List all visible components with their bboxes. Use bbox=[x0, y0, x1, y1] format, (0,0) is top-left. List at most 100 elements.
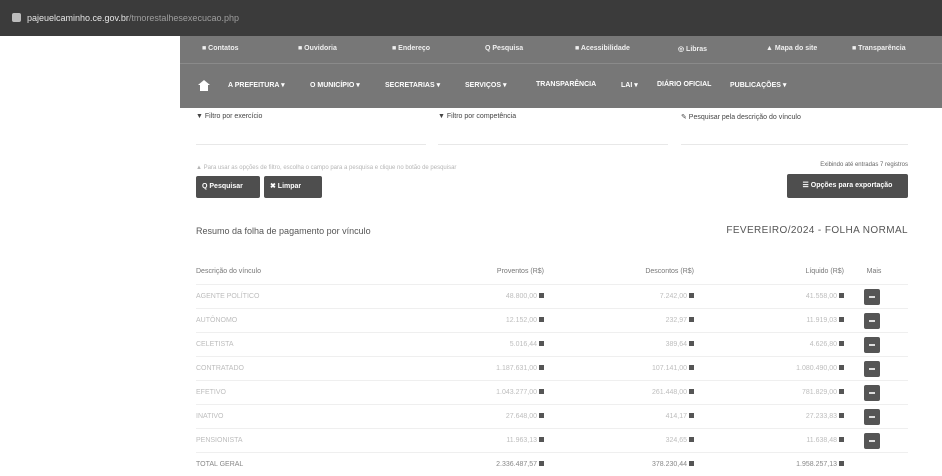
detail-icon[interactable] bbox=[689, 317, 694, 322]
detail-icon[interactable] bbox=[539, 437, 544, 442]
cell-descontos: 324,65 bbox=[665, 437, 687, 444]
home-icon[interactable] bbox=[198, 80, 210, 91]
detail-icon[interactable] bbox=[539, 317, 544, 322]
clear-button[interactable]: ✖ Limpar bbox=[264, 176, 322, 198]
detail-icon[interactable] bbox=[839, 413, 844, 418]
detail-icon[interactable] bbox=[839, 389, 844, 394]
cell-proventos: 1.187.631,00 bbox=[496, 365, 537, 372]
detail-icon[interactable] bbox=[839, 461, 844, 466]
nav-prefeitura[interactable]: A PREFEITURA ▾ bbox=[228, 81, 285, 89]
more-button[interactable] bbox=[864, 337, 880, 353]
nav-servicos[interactable]: SERVIÇOS ▾ bbox=[465, 81, 507, 89]
cell-proventos: 27.648,00 bbox=[505, 413, 537, 420]
topnav-acessibilidade[interactable]: ■ Acessibilidade bbox=[575, 45, 630, 52]
detail-icon[interactable] bbox=[689, 341, 694, 346]
cell-vinculo: AGENTE POLÍTICO bbox=[196, 293, 260, 300]
detail-icon[interactable] bbox=[539, 413, 544, 418]
url-field[interactable]: pajeuelcaminho.ce.gov.br/tmorestalhesexe… bbox=[12, 13, 239, 23]
th-descontos[interactable]: Descontos (R$) bbox=[634, 268, 694, 275]
topnav-contatos[interactable]: ■ Contatos bbox=[202, 45, 239, 52]
table-row: AUTÔNOMO 12.152,00 232,97 11.919,03 bbox=[196, 308, 908, 332]
more-button[interactable] bbox=[864, 289, 880, 305]
detail-icon[interactable] bbox=[689, 413, 694, 418]
nav-secretarias[interactable]: SECRETARIAS ▾ bbox=[385, 81, 440, 89]
nav-transparencia[interactable]: TRANSPARÊNCIA bbox=[536, 81, 596, 88]
cell-proventos: 5.016,44 bbox=[509, 341, 537, 348]
search-description-label: ✎ Pesquisar pela descrição do vínculo bbox=[681, 114, 801, 121]
export-options-button[interactable]: ☰ Opções para exportação bbox=[787, 174, 908, 198]
table-row: AGENTE POLÍTICO 48.800,00 7.242,00 41.55… bbox=[196, 284, 908, 308]
cell-liquido: 27.233,83 bbox=[805, 413, 837, 420]
exercise-select[interactable] bbox=[196, 125, 426, 145]
detail-icon[interactable] bbox=[839, 341, 844, 346]
topnav-pesquisa[interactable]: Q Pesquisa bbox=[485, 45, 523, 52]
cell-vinculo: CONTRATADO bbox=[196, 365, 244, 372]
topnav-ouvidoria[interactable]: ■ Ouvidoria bbox=[298, 45, 337, 52]
more-button[interactable] bbox=[864, 433, 880, 449]
cell-vinculo: PENSIONISTA bbox=[196, 437, 243, 444]
topnav-endereco[interactable]: ■ Endereço bbox=[392, 45, 430, 52]
detail-icon[interactable] bbox=[689, 293, 694, 298]
description-search-input[interactable] bbox=[681, 125, 908, 145]
search-button[interactable]: Q Pesquisar bbox=[196, 176, 260, 198]
period-label: FEVEREIRO/2024 - FOLHA NORMAL bbox=[726, 225, 908, 236]
detail-icon[interactable] bbox=[689, 365, 694, 370]
detail-icon[interactable] bbox=[539, 389, 544, 394]
cell-total-label: TOTAL GERAL bbox=[196, 461, 244, 468]
top-utility-nav: ■ Contatos ■ Ouvidoria ■ Endereço Q Pesq… bbox=[180, 36, 942, 64]
topnav-transparencia[interactable]: ■ Transparência bbox=[852, 45, 906, 52]
cell-total-proventos: 2.336.487,57 bbox=[496, 461, 537, 468]
detail-icon[interactable] bbox=[539, 341, 544, 346]
nav-municipio[interactable]: O MUNICÍPIO ▾ bbox=[310, 81, 360, 89]
detail-icon[interactable] bbox=[839, 437, 844, 442]
th-mais: Mais bbox=[866, 268, 882, 275]
table-total-row: TOTAL GERAL 2.336.487,57 378.230,44 1.95… bbox=[196, 452, 908, 476]
cell-proventos: 12.152,00 bbox=[505, 317, 537, 324]
th-proventos[interactable]: Proventos (R$) bbox=[484, 268, 544, 275]
detail-icon[interactable] bbox=[839, 317, 844, 322]
cell-vinculo: EFETIVO bbox=[196, 389, 226, 396]
cell-proventos: 11.963,13 bbox=[506, 437, 537, 444]
table-row: CELETISTA 5.016,44 389,64 4.626,80 bbox=[196, 332, 908, 356]
detail-icon[interactable] bbox=[539, 461, 544, 466]
detail-icon[interactable] bbox=[689, 389, 694, 394]
browser-address-bar: pajeuelcaminho.ce.gov.br/tmorestalhesexe… bbox=[0, 0, 942, 36]
cell-vinculo: AUTÔNOMO bbox=[196, 317, 238, 324]
cell-descontos: 232,97 bbox=[665, 317, 687, 324]
th-description[interactable]: Descrição do vínculo bbox=[196, 268, 261, 275]
cell-liquido: 41.558,00 bbox=[805, 293, 837, 300]
more-button[interactable] bbox=[864, 313, 880, 329]
cell-total-descontos: 378.230,44 bbox=[651, 461, 687, 468]
more-button[interactable] bbox=[864, 361, 880, 377]
detail-icon[interactable] bbox=[539, 293, 544, 298]
detail-icon[interactable] bbox=[539, 365, 544, 370]
more-button[interactable] bbox=[864, 385, 880, 401]
competence-select[interactable] bbox=[438, 125, 668, 145]
entries-count: Exibindo até entradas 7 registros bbox=[820, 162, 908, 168]
detail-icon[interactable] bbox=[689, 437, 694, 442]
table-row: EFETIVO 1.043.277,00 261.448,00 781.829,… bbox=[196, 380, 908, 404]
detail-icon[interactable] bbox=[689, 461, 694, 466]
filter-hint: ▲ Para usar as opções de filtro, escolha… bbox=[196, 165, 457, 171]
table-row: CONTRATADO 1.187.631,00 107.141,00 1.080… bbox=[196, 356, 908, 380]
detail-icon[interactable] bbox=[839, 293, 844, 298]
table-row: PENSIONISTA 11.963,13 324,65 11.638,48 bbox=[196, 428, 908, 452]
topnav-mapa-do-site[interactable]: ▲ Mapa do site bbox=[766, 45, 817, 52]
cell-total-liquido: 1.958.257,13 bbox=[796, 461, 837, 468]
section-title: Resumo da folha de pagamento por vínculo bbox=[196, 226, 371, 236]
more-button[interactable] bbox=[864, 409, 880, 425]
topnav-libras[interactable]: ◎ Libras bbox=[678, 45, 707, 53]
nav-publicacoes[interactable]: PUBLICAÇÕES ▾ bbox=[730, 81, 786, 89]
nav-diario-oficial[interactable]: DIÁRIO OFICIAL bbox=[657, 81, 711, 88]
cell-vinculo: CELETISTA bbox=[196, 341, 234, 348]
cell-proventos: 48.800,00 bbox=[505, 293, 537, 300]
nav-lai[interactable]: LAI ▾ bbox=[621, 81, 638, 89]
table-row: INATIVO 27.648,00 414,17 27.233,83 bbox=[196, 404, 908, 428]
cell-descontos: 107.141,00 bbox=[651, 365, 687, 372]
detail-icon[interactable] bbox=[839, 365, 844, 370]
url-path: /tmorestalhesexecucao.php bbox=[128, 13, 239, 23]
th-liquido[interactable]: Líquido (R$) bbox=[784, 268, 844, 275]
cell-descontos: 389,64 bbox=[665, 341, 687, 348]
cell-liquido: 11.919,03 bbox=[806, 317, 837, 324]
cell-liquido: 1.080.490,00 bbox=[796, 365, 837, 372]
